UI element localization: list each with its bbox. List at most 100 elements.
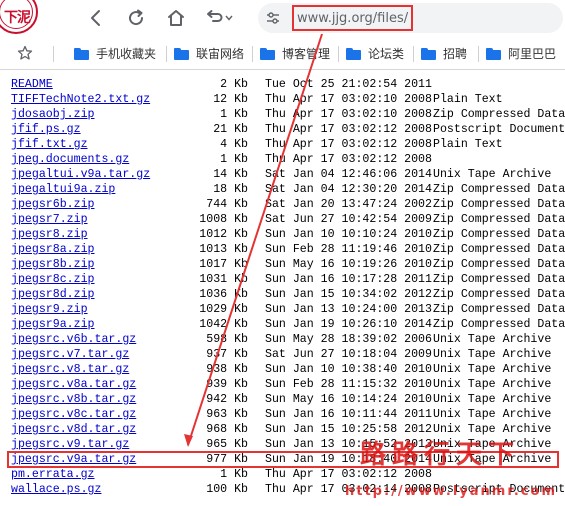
file-link[interactable]: jpegsrc.v9.tar.gz [11, 437, 129, 452]
file-date: Sun Jan 13 10:24:00 2013 [265, 303, 432, 316]
file-size: 942 Kb [206, 393, 248, 406]
file-link[interactable]: jpegsr7.zip [11, 212, 88, 227]
file-date: Thu Apr 17 03:02:12 2008 [265, 123, 432, 136]
file-type: Zip Compressed Data [433, 258, 565, 271]
file-date: Sun Jan 16 10:11:44 2011 [265, 408, 432, 421]
file-date: Sat Jan 20 13:47:24 2002 [265, 198, 432, 211]
address-bar[interactable]: www.jjg.org/files/ [258, 3, 563, 33]
file-link[interactable]: jpegsr8c.zip [11, 272, 95, 287]
file-size: 1031 Kb [199, 273, 248, 286]
reload-button[interactable] [124, 6, 148, 30]
bookmark-divider [252, 46, 253, 62]
star-icon[interactable] [17, 45, 33, 61]
file-link[interactable]: TIFFTechNote2.txt.gz [11, 92, 150, 107]
file-size: 963 Kb [206, 408, 248, 421]
file-type: Plain Text [433, 138, 503, 151]
file-date: Sun Feb 28 11:15:32 2010 [265, 378, 432, 391]
browser-toolbar: 下泥 www.jjg.org/files/ [0, 0, 565, 37]
file-row: jpegsr7.zip 1008 Kb Sat Jun 27 10:42:54 20… [11, 212, 565, 227]
file-size: 744 Kb [206, 198, 248, 211]
folder-icon [346, 47, 361, 60]
file-row: jfif.txt.gz 4 Kb Thu Apr 17 03:02:12 2008 P… [11, 137, 565, 152]
file-link[interactable]: jpegaltui9a.zip [11, 182, 115, 197]
bookmark-folder-network[interactable]: 联宙网络 [174, 45, 244, 62]
file-date: Sun Jan 15 10:34:02 2012 [265, 288, 432, 301]
file-link[interactable]: jpeg.documents.gz [11, 152, 129, 167]
folder-icon [74, 47, 89, 60]
file-link[interactable]: jpegsr9.zip [11, 302, 88, 317]
bookmark-label: 博客管理 [282, 47, 331, 61]
file-size: 938 Kb [206, 363, 248, 376]
file-type: Zip Compressed Data [433, 318, 565, 331]
file-link[interactable]: jpegsr9a.zip [11, 317, 95, 332]
file-date: Sat Jun 27 10:42:54 2009 [265, 213, 432, 226]
chevron-down-icon[interactable] [225, 15, 233, 21]
file-link[interactable]: jpegsr8b.zip [11, 257, 95, 272]
file-type: Postscript Document [433, 123, 565, 136]
file-link[interactable]: jpegsrc.v8a.tar.gz [11, 377, 136, 392]
file-size: 1036 Kb [199, 288, 248, 301]
file-size: 1029 Kb [199, 303, 248, 316]
file-size: 1 Kb [220, 153, 248, 166]
file-size: 1017 Kb [199, 258, 248, 271]
file-type: Unix Tape Archive [433, 378, 552, 391]
file-row: jpegsrc.v8b.tar.gz 942 Kb Sun May 16 10:14… [11, 392, 565, 407]
file-size: 598 Kb [206, 333, 248, 346]
file-link[interactable]: jpegsrc.v8b.tar.gz [11, 392, 136, 407]
file-size: 1013 Kb [199, 243, 248, 256]
file-row: jpegsrc.v7.tar.gz 937 Kb Sat Jun 27 10:18:… [11, 347, 565, 362]
file-row: jpegsrc.v8.tar.gz 938 Kb Sun Jan 10 10:38:… [11, 362, 565, 377]
file-link[interactable]: pm.errata.gz [11, 467, 95, 482]
file-size: 1 Kb [220, 468, 248, 481]
file-date: Sun May 16 10:14:24 2010 [265, 393, 432, 406]
file-link[interactable]: jfif.txt.gz [11, 137, 88, 152]
file-link[interactable]: jpegsrc.v8.tar.gz [11, 362, 129, 377]
file-date: Thu Apr 17 03:02:10 2008 [265, 93, 432, 106]
file-link[interactable]: jpegsrc.v6b.tar.gz [11, 332, 136, 347]
file-link[interactable]: jpegsr8.zip [11, 227, 88, 242]
home-button[interactable] [164, 6, 188, 30]
file-link[interactable]: jdosaobj.zip [11, 107, 95, 122]
bookmark-folder-blog[interactable]: 博客管理 [260, 45, 330, 62]
bookmark-divider [338, 46, 339, 62]
file-type: Zip Compressed Data [433, 108, 565, 121]
file-row: jpegsr8c.zip 1031 Kb Sun Jan 16 10:17:28 2… [11, 272, 565, 287]
file-type: Unix Tape Archive [433, 408, 552, 421]
back-button[interactable] [84, 6, 108, 30]
bookmark-divider [478, 46, 479, 62]
file-type: Unix Tape Archive [433, 168, 552, 181]
file-link[interactable]: README [11, 77, 53, 92]
file-date: Sun Jan 10 10:38:40 2010 [265, 363, 432, 376]
logo-text: 下泥 [4, 10, 31, 26]
file-size: 21 Kb [213, 123, 248, 136]
file-link[interactable]: wallace.ps.gz [11, 482, 101, 497]
bookmark-folder-mobile[interactable]: 手机收藏夹 [74, 45, 156, 62]
file-link[interactable]: jpegsrc.v8c.tar.gz [11, 407, 136, 422]
file-link[interactable]: jfif.ps.gz [11, 122, 81, 137]
file-link[interactable]: jpegsr8a.zip [11, 242, 95, 257]
undo-button[interactable] [203, 6, 233, 30]
file-link[interactable]: jpegsr6b.zip [11, 197, 95, 212]
tune-icon[interactable] [266, 11, 280, 25]
bookmark-folder-alibaba[interactable]: 阿里巴巴 [486, 45, 556, 62]
file-row: jpegsr8b.zip 1017 Kb Sun May 16 10:19:26 2… [11, 257, 565, 272]
file-type: Plain Text [433, 93, 503, 106]
undo-icon [207, 10, 223, 22]
url-text[interactable]: www.jjg.org/files/ [292, 5, 414, 31]
file-link[interactable]: jpegsrc.v8d.tar.gz [11, 422, 136, 437]
file-type: Unix Tape Archive [433, 333, 552, 346]
watermark-text: 路路行天下 [360, 440, 521, 470]
bookmark-divider [166, 46, 167, 62]
bookmark-folder-forum[interactable]: 论坛类 [346, 45, 404, 62]
file-type: Zip Compressed Data [433, 273, 565, 286]
file-size: 1008 Kb [199, 213, 248, 226]
file-link[interactable]: jpegsrc.v7.tar.gz [11, 347, 129, 362]
file-size: 14 Kb [213, 168, 248, 181]
bookmark-folder-jobs[interactable]: 招聘 [421, 45, 467, 62]
file-link[interactable]: jpegsr8d.zip [11, 287, 95, 302]
file-size: 937 Kb [206, 348, 248, 361]
file-size: 1042 Kb [199, 318, 248, 331]
file-link[interactable]: jpegaltui.v9a.tar.gz [11, 167, 150, 182]
file-type: Zip Compressed Data [433, 288, 565, 301]
file-row: jpegsrc.v8c.tar.gz 963 Kb Sun Jan 16 10:11… [11, 407, 565, 422]
